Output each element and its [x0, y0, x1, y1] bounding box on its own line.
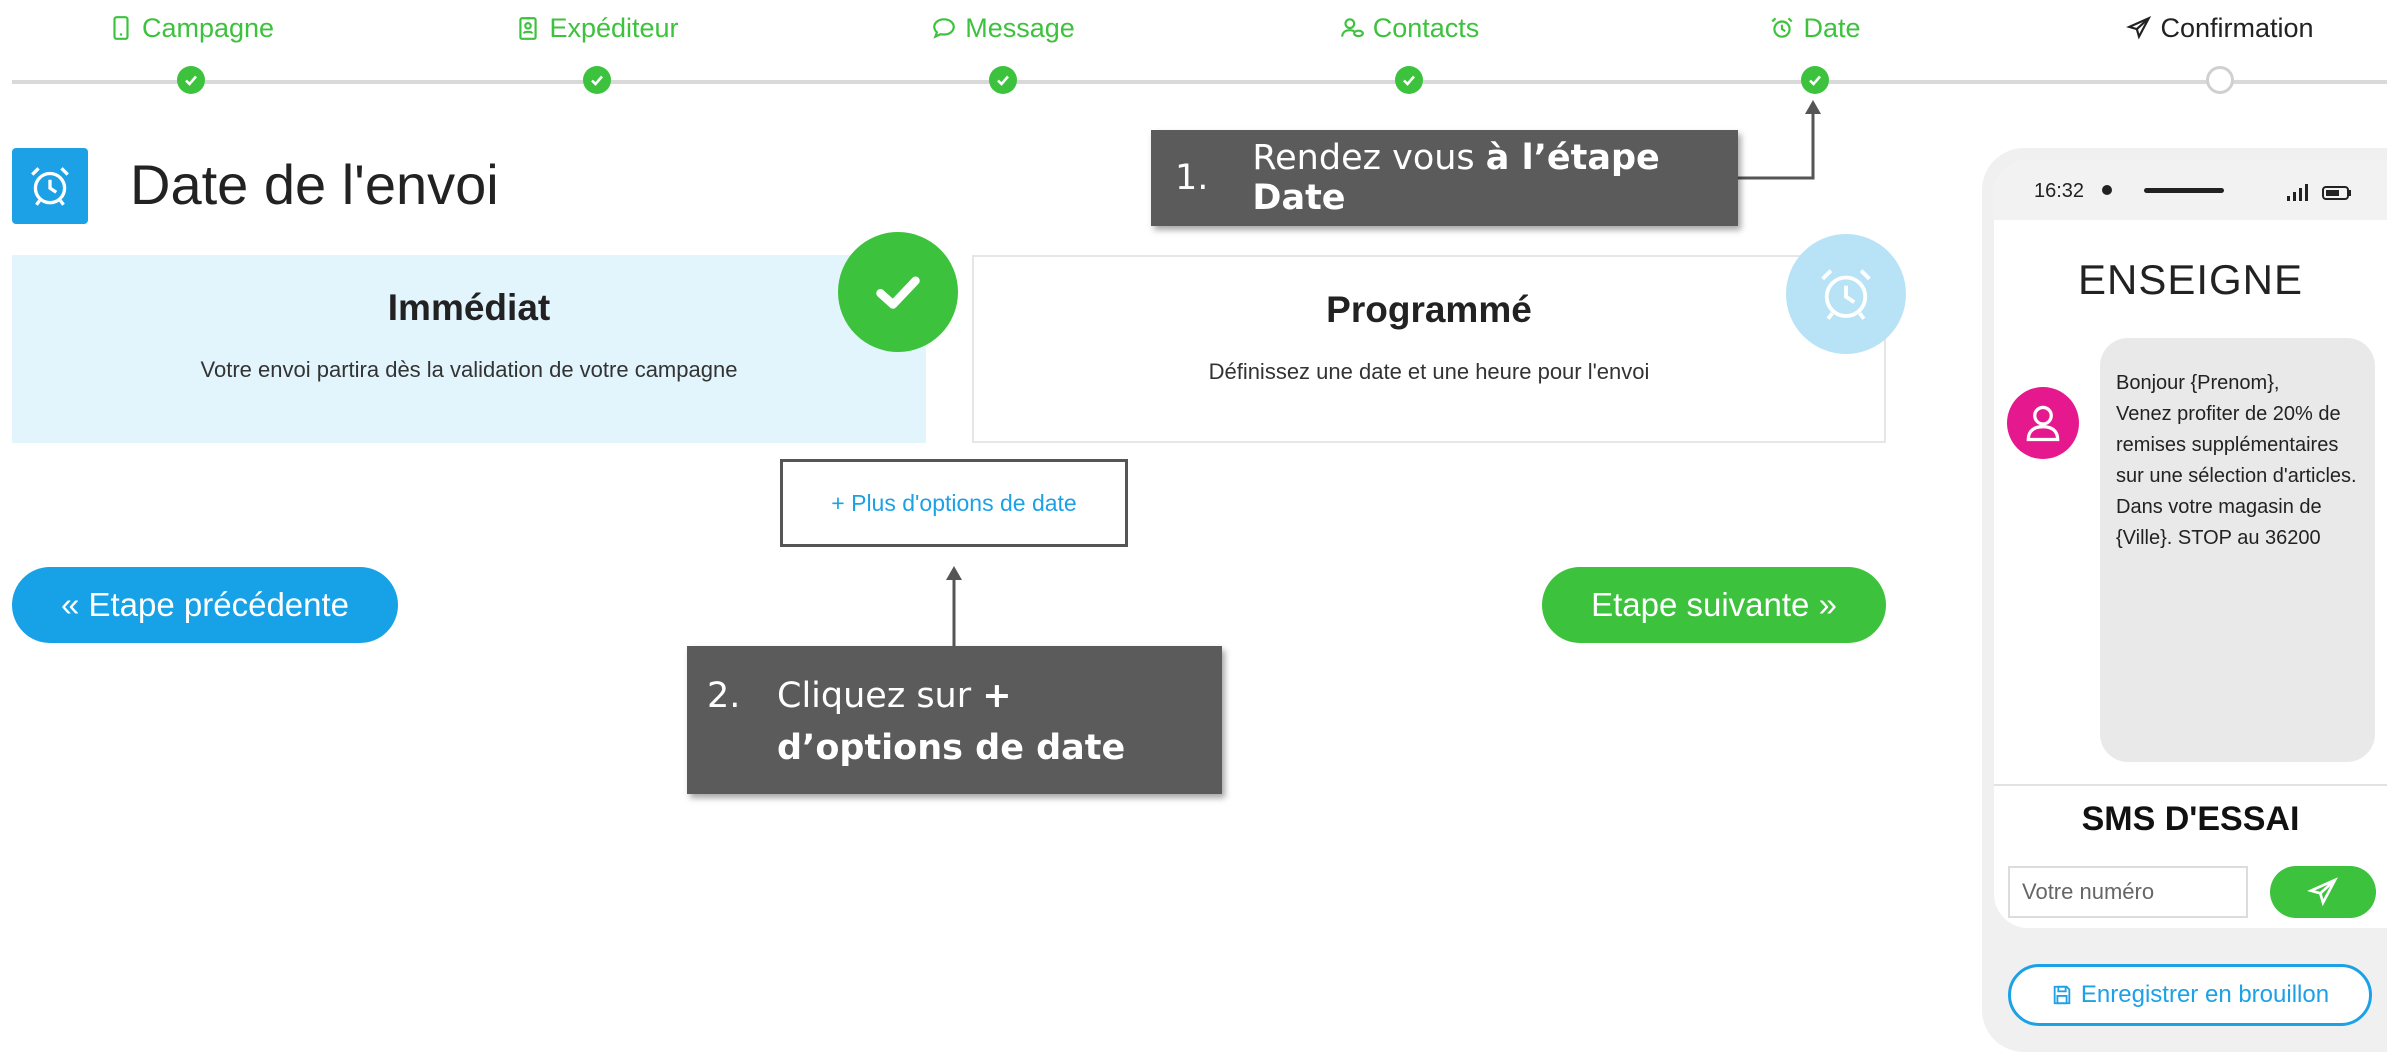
alarm-clock-icon	[1771, 17, 1793, 38]
alarm-clock-icon	[1786, 234, 1906, 354]
step-campagne[interactable]: Campagne	[41, 8, 341, 94]
step-label-confirmation: Confirmation	[2160, 12, 2314, 43]
callout-2-text: Cliquez sur + d’options de date	[777, 676, 1126, 768]
callout-2-arrowhead	[946, 566, 962, 580]
callout-1-arrowhead	[1805, 100, 1821, 114]
option-scheduled-title: Programmé	[1326, 289, 1532, 330]
alarm-clock-icon	[12, 148, 88, 224]
signal-icon	[2287, 184, 2308, 201]
save-draft-button[interactable]: Enregistrer en brouillon	[2008, 964, 2372, 1026]
battery-icon	[2322, 186, 2351, 200]
option-scheduled-description: Définissez une date et une heure pour l'…	[1208, 359, 1650, 384]
callout-step-1: 1. Rendez vous à l’étape Date	[1151, 130, 1738, 226]
callout-1-arrow	[1738, 110, 1815, 180]
callout-step-2: 2. Cliquez sur + d’options de date	[687, 646, 1222, 794]
paper-plane-icon	[2307, 877, 2338, 907]
step-label-expediteur: Expéditeur	[549, 12, 679, 43]
check-icon	[997, 75, 1009, 86]
step-confirmation[interactable]: Confirmation	[2070, 8, 2370, 94]
paper-plane-icon	[2126, 15, 2152, 40]
callout-1-number: 1.	[1175, 158, 1209, 198]
step-done-indicator	[989, 66, 1017, 94]
step-contacts[interactable]: Contacts	[1259, 8, 1559, 94]
speaker-bar	[2144, 188, 2224, 193]
step-done-indicator	[1395, 66, 1423, 94]
test-phone-number-input[interactable]	[2008, 866, 2248, 918]
mobile-icon	[113, 16, 129, 40]
preview-divider	[1994, 784, 2387, 786]
step-done-indicator	[583, 66, 611, 94]
send-test-sms-button[interactable]	[2270, 866, 2376, 918]
phone-status-bar: 16:32	[1994, 160, 2387, 220]
camera-dot	[2102, 185, 2112, 195]
page-title: Date de l'envoi	[130, 153, 499, 216]
status-time: 16:32	[2034, 180, 2085, 202]
check-icon	[591, 75, 603, 86]
contact-avatar	[2007, 387, 2079, 459]
option-immediate[interactable]: Immédiat Votre envoi partira dès la vali…	[12, 232, 958, 443]
callout-2-number: 2.	[707, 676, 741, 716]
step-done-indicator	[177, 66, 205, 94]
check-icon	[185, 75, 197, 86]
test-sms-title: SMS D'ESSAI	[2081, 800, 2300, 838]
chat-bubble-icon	[933, 18, 956, 39]
contacts-icon	[1340, 18, 1364, 38]
step-done-indicator	[1801, 66, 1829, 94]
badge-icon	[519, 17, 538, 40]
step-label-date: Date	[1803, 12, 1861, 43]
callout-1-text: Rendez vous à l’étape Date	[1252, 138, 1660, 218]
previous-step-button[interactable]: « Etape précédente	[12, 567, 398, 643]
check-icon	[1403, 75, 1415, 86]
stepper-track	[12, 80, 2387, 84]
step-expediteur[interactable]: Expéditeur	[447, 8, 747, 94]
sms-preview-phone: 16:32 ENSEIGNE Bonjour {Prenom}, Venez p…	[1982, 148, 2387, 1052]
selected-check-icon	[838, 232, 958, 352]
more-date-options-button[interactable]: + Plus d'options de date	[780, 459, 1128, 547]
step-label-contacts: Contacts	[1372, 12, 1480, 43]
option-immediate-title: Immédiat	[387, 287, 551, 328]
option-scheduled[interactable]: Programmé Définissez une date et une heu…	[972, 234, 1906, 443]
next-step-button[interactable]: Etape suivante »	[1542, 567, 1886, 643]
phone-screen: 16:32 ENSEIGNE Bonjour {Prenom}, Venez p…	[1994, 160, 2387, 928]
step-pending-indicator	[2206, 66, 2234, 94]
option-immediate-description: Votre envoi partira dès la validation de…	[200, 357, 738, 382]
step-date[interactable]: Date	[1665, 8, 1965, 94]
sender-name: ENSEIGNE	[2077, 256, 2304, 303]
sms-message-bubble: Bonjour {Prenom}, Venez profiter de 20% …	[2100, 338, 2375, 762]
step-label-campagne: Campagne	[141, 12, 275, 43]
save-draft-label: Enregistrer en brouillon	[2080, 981, 2330, 1008]
user-icon	[2026, 405, 2060, 442]
floppy-disk-icon	[2053, 985, 2071, 1005]
step-message[interactable]: Message	[853, 8, 1153, 94]
progress-stepper: Campagne Expéditeur Message Contacts Dat…	[0, 0, 2387, 100]
step-label-message: Message	[965, 12, 1075, 43]
check-icon	[1809, 75, 1821, 86]
